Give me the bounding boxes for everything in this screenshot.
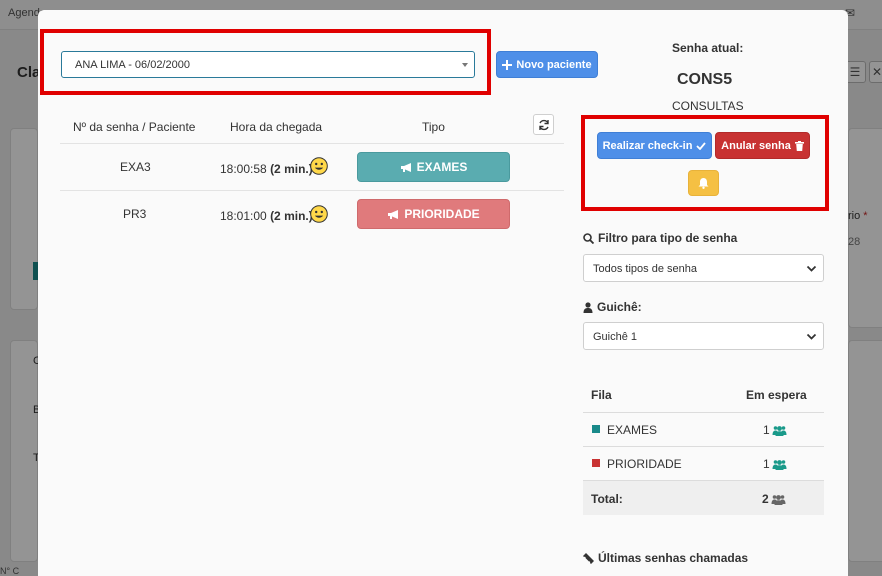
queue-header-fila: Fila xyxy=(591,388,612,402)
refresh-button[interactable] xyxy=(533,114,554,135)
tipo-exames-button[interactable]: EXAMES xyxy=(357,152,510,182)
row-1-hora: 18:00:58 (2 min.) xyxy=(220,162,313,176)
highlight-box-patient xyxy=(40,29,491,95)
ultimas-senhas-heading: Últimas senhas chamadas xyxy=(583,551,748,565)
exames-color-swatch xyxy=(592,425,600,433)
users-icon xyxy=(772,425,787,436)
queue-row-prioridade-name: PRIORIDADE xyxy=(607,457,682,471)
row-1-senha: EXA3 xyxy=(120,160,151,174)
tipo-exames-label: EXAMES xyxy=(416,160,468,174)
filtro-tipo-value: Todos tipos de senha xyxy=(593,263,697,275)
header-tipo: Tipo xyxy=(422,120,445,134)
tipo-prioridade-label: PRIORIDADE xyxy=(404,207,480,221)
queue-divider xyxy=(583,446,824,447)
smile-icon xyxy=(310,157,328,175)
bullhorn-icon xyxy=(400,162,411,172)
plus-icon xyxy=(502,59,513,70)
header-senha-paciente: Nº da senha / Paciente xyxy=(73,120,196,134)
filtro-tipo-select[interactable]: Todos tipos de senha xyxy=(583,254,824,282)
chevron-down-icon xyxy=(806,333,817,340)
user-icon xyxy=(583,301,593,313)
bullhorn-icon xyxy=(388,209,399,219)
filtro-label: Filtro para tipo de senha xyxy=(583,231,737,245)
guiche-label: Guichê: xyxy=(583,300,642,314)
refresh-icon xyxy=(538,119,549,130)
queue-row-prioridade-count: 1 xyxy=(763,457,787,471)
queue-row-exames-name: EXAMES xyxy=(607,423,658,437)
tipo-prioridade-button[interactable]: PRIORIDADE xyxy=(357,199,510,229)
queue-total-label: Total: xyxy=(591,492,623,506)
chevron-down-icon xyxy=(806,265,817,272)
row-2-hora: 18:01:00 (2 min.) xyxy=(220,209,313,223)
guiche-value: Guichê 1 xyxy=(593,331,638,343)
smile-icon xyxy=(310,205,328,223)
highlight-box-actions xyxy=(581,115,829,211)
users-icon xyxy=(772,459,787,470)
senha-atual-label: Senha atual: xyxy=(672,41,744,55)
senha-atual-category: CONSULTAS xyxy=(672,99,744,113)
guiche-select[interactable]: Guichê 1 xyxy=(583,322,824,350)
row-2-senha: PR3 xyxy=(123,207,147,221)
prioridade-color-swatch xyxy=(592,459,600,467)
table-divider xyxy=(60,143,564,144)
ticket-icon xyxy=(583,552,594,564)
queue-total-count: 2 xyxy=(762,492,786,506)
users-icon xyxy=(771,494,786,505)
novo-paciente-label: Novo paciente xyxy=(516,58,592,71)
novo-paciente-button[interactable]: Novo paciente xyxy=(496,51,598,78)
search-icon xyxy=(583,232,594,244)
queue-header-espera: Em espera xyxy=(746,388,807,402)
senha-atual-code: CONS5 xyxy=(677,71,733,88)
header-hora-chegada: Hora da chegada xyxy=(230,120,323,134)
queue-divider xyxy=(583,412,824,413)
queue-row-exames-count: 1 xyxy=(763,423,787,437)
table-divider xyxy=(60,190,564,191)
